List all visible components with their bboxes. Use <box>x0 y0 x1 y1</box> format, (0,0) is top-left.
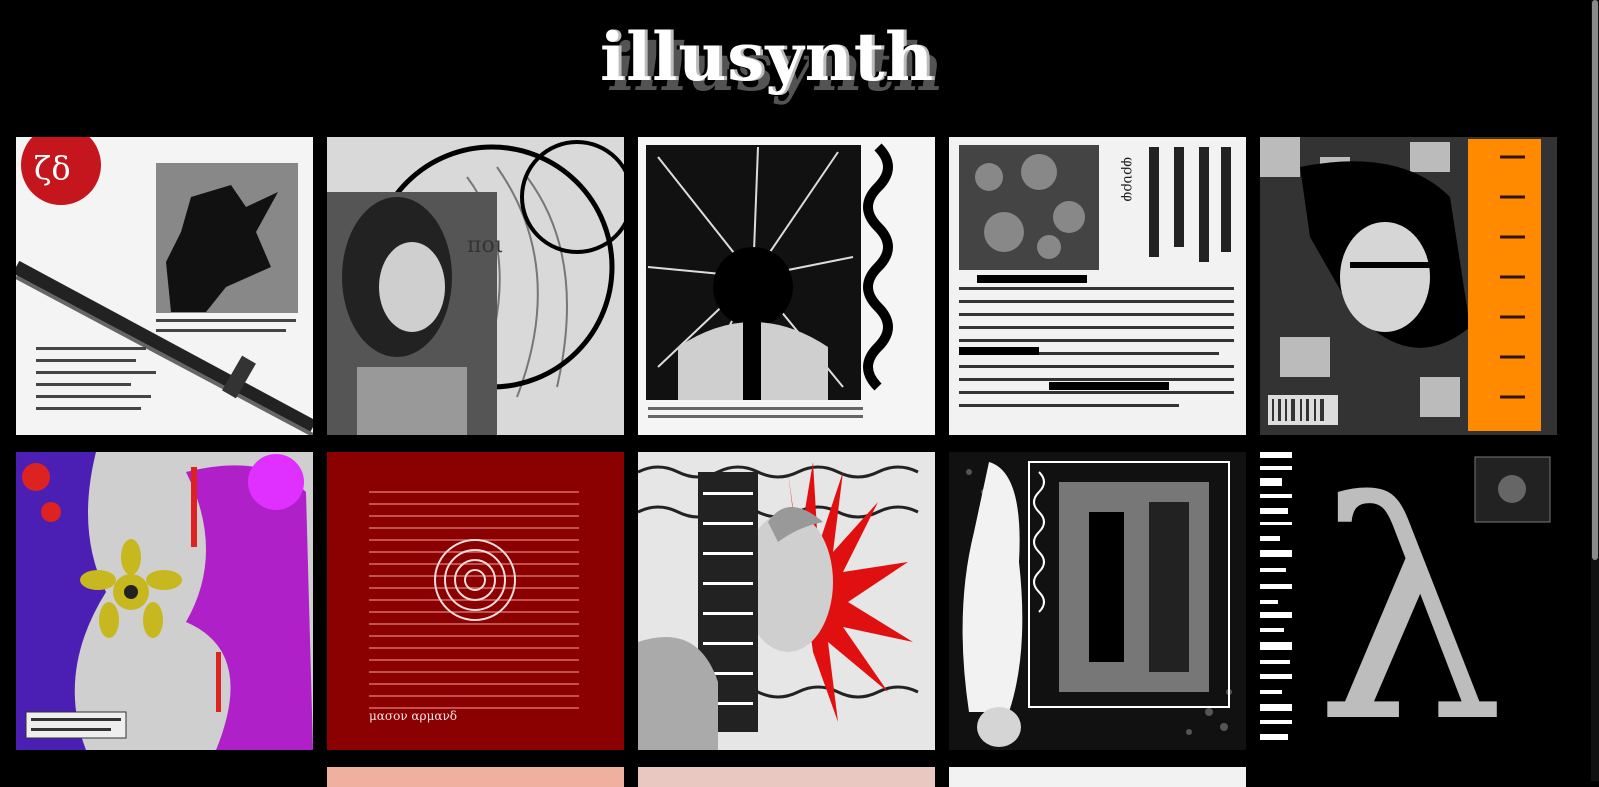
album-cover-1[interactable]: ζδ <box>16 137 313 435</box>
cover-art-sword: ζδ <box>16 137 313 435</box>
cover-2-glyph: ποι <box>467 233 503 258</box>
cover-art-portrait: ποι <box>327 137 624 435</box>
page-scrollbar[interactable] <box>1591 0 1599 781</box>
cover-art-explosion <box>638 137 935 435</box>
album-cover-9[interactable] <box>949 452 1246 750</box>
album-cover-12[interactable] <box>638 767 935 787</box>
album-cover-7[interactable]: μασον αρμανδ <box>327 452 624 750</box>
album-cover-3[interactable] <box>638 137 935 435</box>
album-cover-10[interactable]: λ <box>1260 452 1557 750</box>
cover-art-red-masonarmand: μασον αρμανδ <box>327 452 624 750</box>
cover-art-greek-text: φρυρφ <box>949 137 1246 435</box>
album-cover-11[interactable] <box>327 767 624 787</box>
cover-art-orange-bar <box>1260 137 1557 435</box>
album-cover-4[interactable]: φρυρφ <box>949 137 1246 435</box>
cover-art-lambda: λ <box>1260 452 1557 750</box>
album-cover-6[interactable] <box>16 452 313 750</box>
album-cover-8[interactable] <box>638 452 935 750</box>
cover-art-purple-abstract <box>16 452 313 750</box>
cover-art-figure-frame <box>949 452 1246 750</box>
site-title: illusynth <box>600 18 935 96</box>
site-logo[interactable]: illusynth illusynth <box>600 18 1020 108</box>
scrollbar-thumb[interactable] <box>1592 0 1598 560</box>
cover-1-glyph: ζδ <box>34 149 71 187</box>
cover-7-artist-name: μασον αρμανδ <box>369 709 457 723</box>
cover-4-glyph: φρυρφ <box>1120 157 1136 202</box>
album-cover-13[interactable] <box>949 767 1246 787</box>
cover-art-statue-red <box>638 452 935 750</box>
album-cover-2[interactable]: ποι <box>327 137 624 435</box>
album-cover-5[interactable] <box>1260 137 1557 435</box>
